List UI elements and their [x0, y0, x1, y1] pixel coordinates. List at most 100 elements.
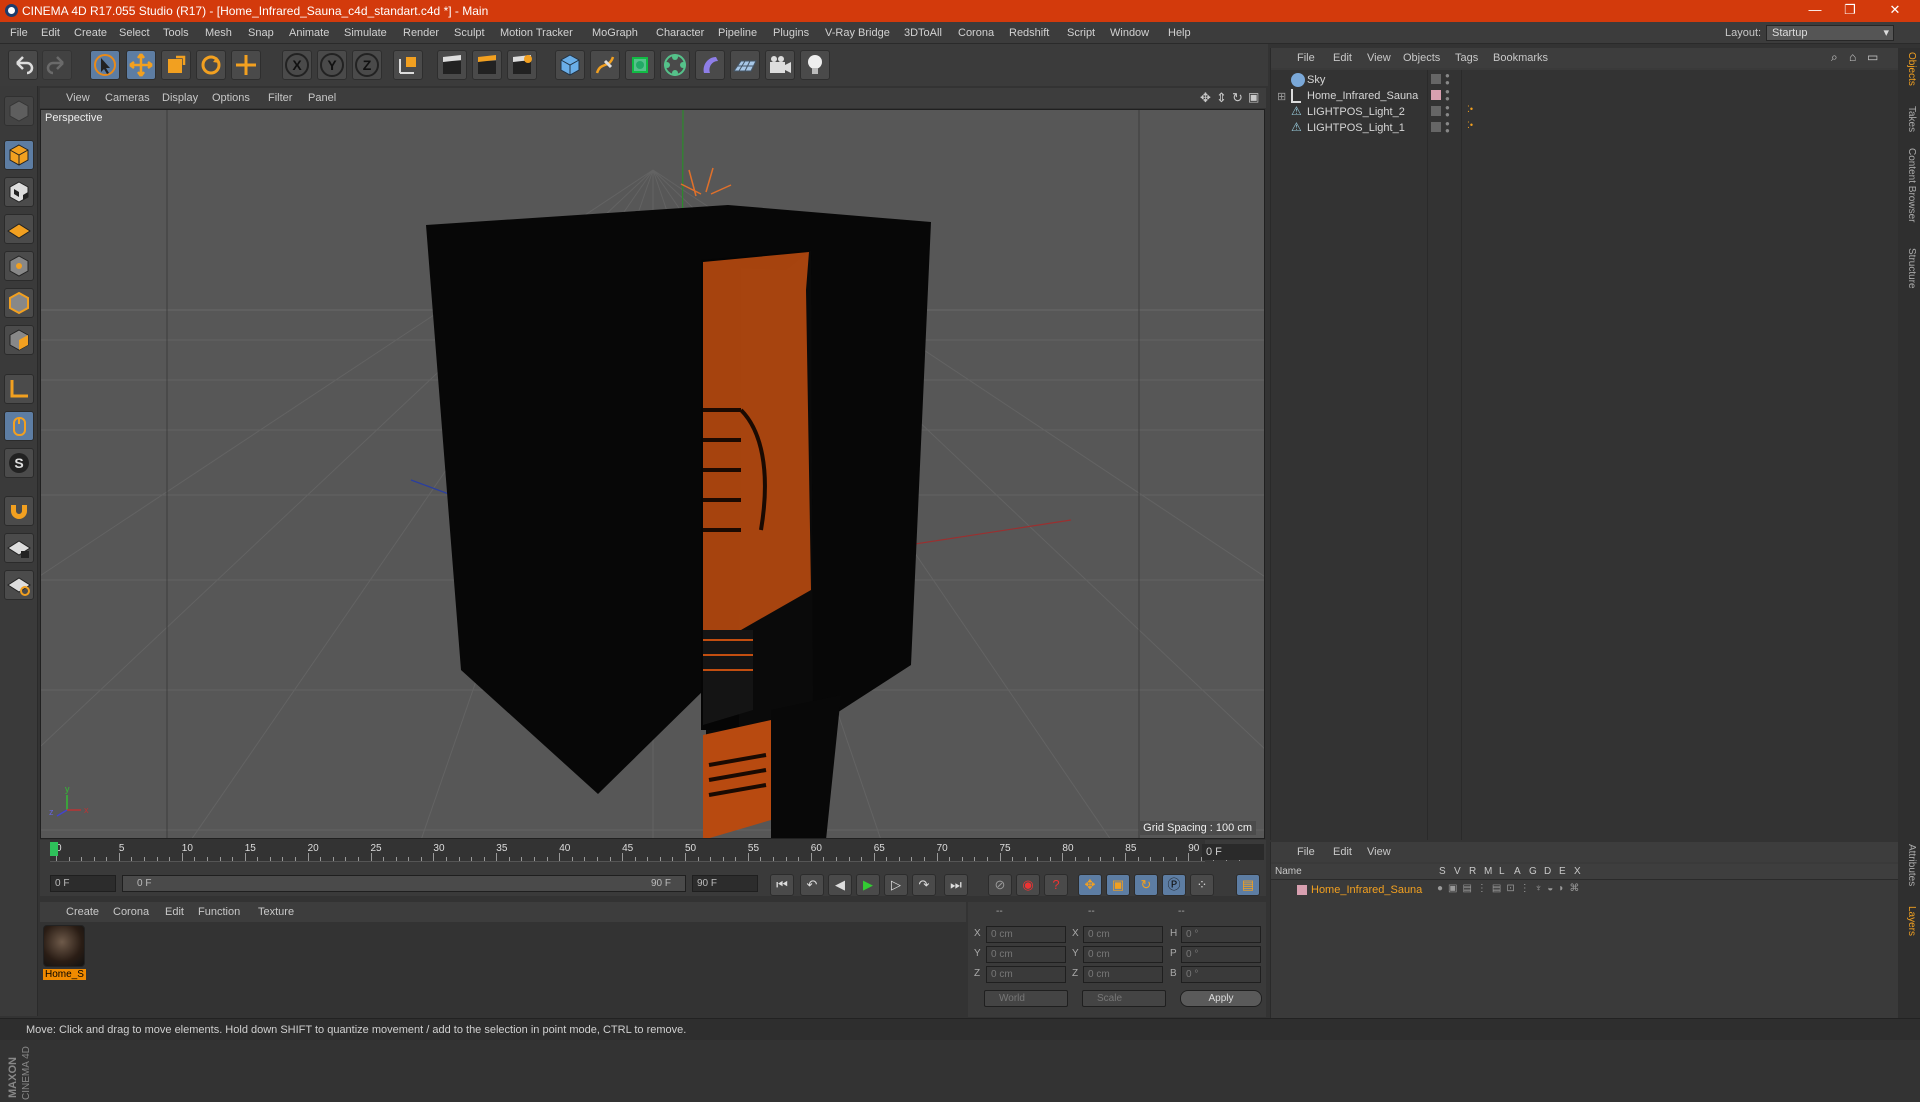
menu-character[interactable]: Character: [656, 27, 704, 39]
menu-simulate[interactable]: Simulate: [344, 27, 387, 39]
object-name[interactable]: LIGHTPOS_Light_2: [1307, 106, 1405, 118]
rotation-b-field[interactable]: 0 °: [1181, 966, 1261, 983]
tweak-mode-button[interactable]: [4, 411, 34, 441]
model-mode-button[interactable]: [4, 140, 34, 170]
viewport-menu-options[interactable]: Options: [212, 92, 250, 104]
spline-pen-button[interactable]: [590, 50, 620, 80]
live-selection-button[interactable]: [90, 50, 120, 80]
cube-object-button[interactable]: [555, 50, 585, 80]
object-name[interactable]: LIGHTPOS_Light_1: [1307, 122, 1405, 134]
deformer-button[interactable]: [695, 50, 725, 80]
rotate-tool-button[interactable]: [196, 50, 226, 80]
timeline-window-button[interactable]: ▤: [1236, 874, 1260, 896]
go-to-end-button[interactable]: ⏭: [944, 874, 968, 896]
current-frame-field[interactable]: 0 F: [1202, 844, 1264, 860]
position-x-field[interactable]: 0 cm: [986, 926, 1066, 943]
menu-snap[interactable]: Snap: [248, 27, 274, 39]
keyframe-selection-button[interactable]: ⊘: [988, 874, 1012, 896]
frame-range-slider[interactable]: 0 F 90 F: [122, 875, 686, 892]
menu-animate[interactable]: Animate: [289, 27, 329, 39]
apply-button[interactable]: Apply: [1180, 990, 1262, 1007]
om-menu-edit[interactable]: Edit: [1333, 52, 1352, 64]
go-to-start-button[interactable]: ⏮: [770, 874, 794, 896]
polygons-mode-button[interactable]: [4, 325, 34, 355]
material-menu-corona[interactable]: Corona: [113, 906, 149, 918]
menu-window[interactable]: Window: [1110, 27, 1149, 39]
menu-create[interactable]: Create: [74, 27, 107, 39]
size-mode-select[interactable]: Scale: [1082, 990, 1166, 1007]
lm-menu-file[interactable]: File: [1297, 846, 1315, 858]
size-y-field[interactable]: 0 cm: [1083, 946, 1163, 963]
lm-menu-edit[interactable]: Edit: [1333, 846, 1352, 858]
lm-menu-view[interactable]: View: [1367, 846, 1391, 858]
viewport-menu-panel[interactable]: Panel: [308, 92, 336, 104]
solo-mode-button[interactable]: S: [4, 448, 34, 478]
texture-mode-button[interactable]: [4, 177, 34, 207]
menu-mesh[interactable]: Mesh: [205, 27, 232, 39]
viewport-menu-view[interactable]: View: [66, 92, 90, 104]
tab-attributes[interactable]: Attributes: [1901, 844, 1917, 886]
menu-corona[interactable]: Corona: [958, 27, 994, 39]
x-axis-lock-button[interactable]: X: [282, 50, 312, 80]
scale-tool-button[interactable]: [161, 50, 191, 80]
viewport-maximize-icon[interactable]: ▣: [1248, 90, 1259, 104]
om-menu-view[interactable]: View: [1367, 52, 1391, 64]
om-menu-objects[interactable]: Objects: [1403, 52, 1440, 64]
menu-plugins[interactable]: Plugins: [773, 27, 809, 39]
rotation-p-field[interactable]: 0 °: [1181, 946, 1261, 963]
menu-edit[interactable]: Edit: [41, 27, 60, 39]
target-tag-icon[interactable]: ⁚•: [1467, 120, 1473, 131]
playhead-marker[interactable]: [50, 842, 58, 856]
subdivision-surface-button[interactable]: [625, 50, 655, 80]
key-position-button[interactable]: ✥: [1078, 874, 1102, 896]
previous-key-button[interactable]: ↶: [800, 874, 824, 896]
timeline[interactable]: 0 5 10 15 20 25 30 35 40 45 50 55 60 65 70 75 80 85 90 0 F: [40, 840, 1266, 876]
object-name[interactable]: Home_Infrared_Sauna: [1307, 90, 1418, 102]
undo-button[interactable]: [8, 50, 38, 80]
key-point-level-button[interactable]: ⁘: [1190, 874, 1214, 896]
workplane-mode-button[interactable]: [4, 214, 34, 244]
target-tag-icon[interactable]: ⁚•: [1467, 104, 1473, 115]
coordinate-system-button[interactable]: [393, 50, 423, 80]
y-axis-lock-button[interactable]: Y: [317, 50, 347, 80]
mograph-cloner-button[interactable]: [660, 50, 690, 80]
menu-mograph[interactable]: MoGraph: [592, 27, 638, 39]
size-x-field[interactable]: 0 cm: [1083, 926, 1163, 943]
restore-button[interactable]: ❐: [1835, 2, 1865, 18]
move-tool-button[interactable]: [126, 50, 156, 80]
minimize-button[interactable]: —: [1800, 2, 1830, 17]
visibility-dots-icon[interactable]: ● ●: [1445, 120, 1450, 135]
record-active-objects-button[interactable]: ◉: [1016, 874, 1040, 896]
menu-sculpt[interactable]: Sculpt: [454, 27, 485, 39]
tab-layers[interactable]: Layers: [1901, 906, 1917, 936]
viewport-menu-display[interactable]: Display: [162, 92, 198, 104]
axis-mode-button[interactable]: [4, 374, 34, 404]
play-button[interactable]: ▶: [856, 874, 880, 896]
object-name[interactable]: Sky: [1307, 74, 1325, 86]
tab-structure[interactable]: Structure: [1901, 248, 1917, 289]
recent-tool-button[interactable]: [231, 50, 261, 80]
om-menu-tags[interactable]: Tags: [1455, 52, 1478, 64]
menu-motion-tracker[interactable]: Motion Tracker: [500, 27, 573, 39]
position-z-field[interactable]: 0 cm: [986, 966, 1066, 983]
om-menu-file[interactable]: File: [1297, 52, 1315, 64]
position-y-field[interactable]: 0 cm: [986, 946, 1066, 963]
visibility-dots-icon[interactable]: ● ●: [1445, 72, 1450, 87]
layer-color-swatch[interactable]: [1297, 885, 1307, 895]
viewport-nav-rotate-icon[interactable]: ↻: [1232, 90, 1243, 106]
visibility-dots-icon[interactable]: ● ●: [1445, 104, 1450, 119]
previous-frame-button[interactable]: ◀: [828, 874, 852, 896]
viewport-camera-label[interactable]: Perspective: [45, 112, 102, 124]
next-key-button[interactable]: ↷: [912, 874, 936, 896]
menu-render[interactable]: Render: [403, 27, 439, 39]
timeline-ruler[interactable]: 0 5 10 15 20 25 30 35 40 45 50 55 60 65 70 75 80 85 90: [50, 840, 1240, 862]
key-rotation-button[interactable]: ↻: [1134, 874, 1158, 896]
viewport-nav-move-icon[interactable]: ✥: [1200, 90, 1211, 106]
menu-redshift[interactable]: Redshift: [1009, 27, 1049, 39]
material-menu-edit[interactable]: Edit: [165, 906, 184, 918]
key-parameter-button[interactable]: Ⓟ: [1162, 874, 1186, 896]
material-menu-texture[interactable]: Texture: [258, 906, 294, 918]
material-menu-create[interactable]: Create: [66, 906, 99, 918]
layer-name[interactable]: Home_Infrared_Sauna: [1311, 884, 1422, 896]
workplane-lock-button[interactable]: [4, 533, 34, 563]
